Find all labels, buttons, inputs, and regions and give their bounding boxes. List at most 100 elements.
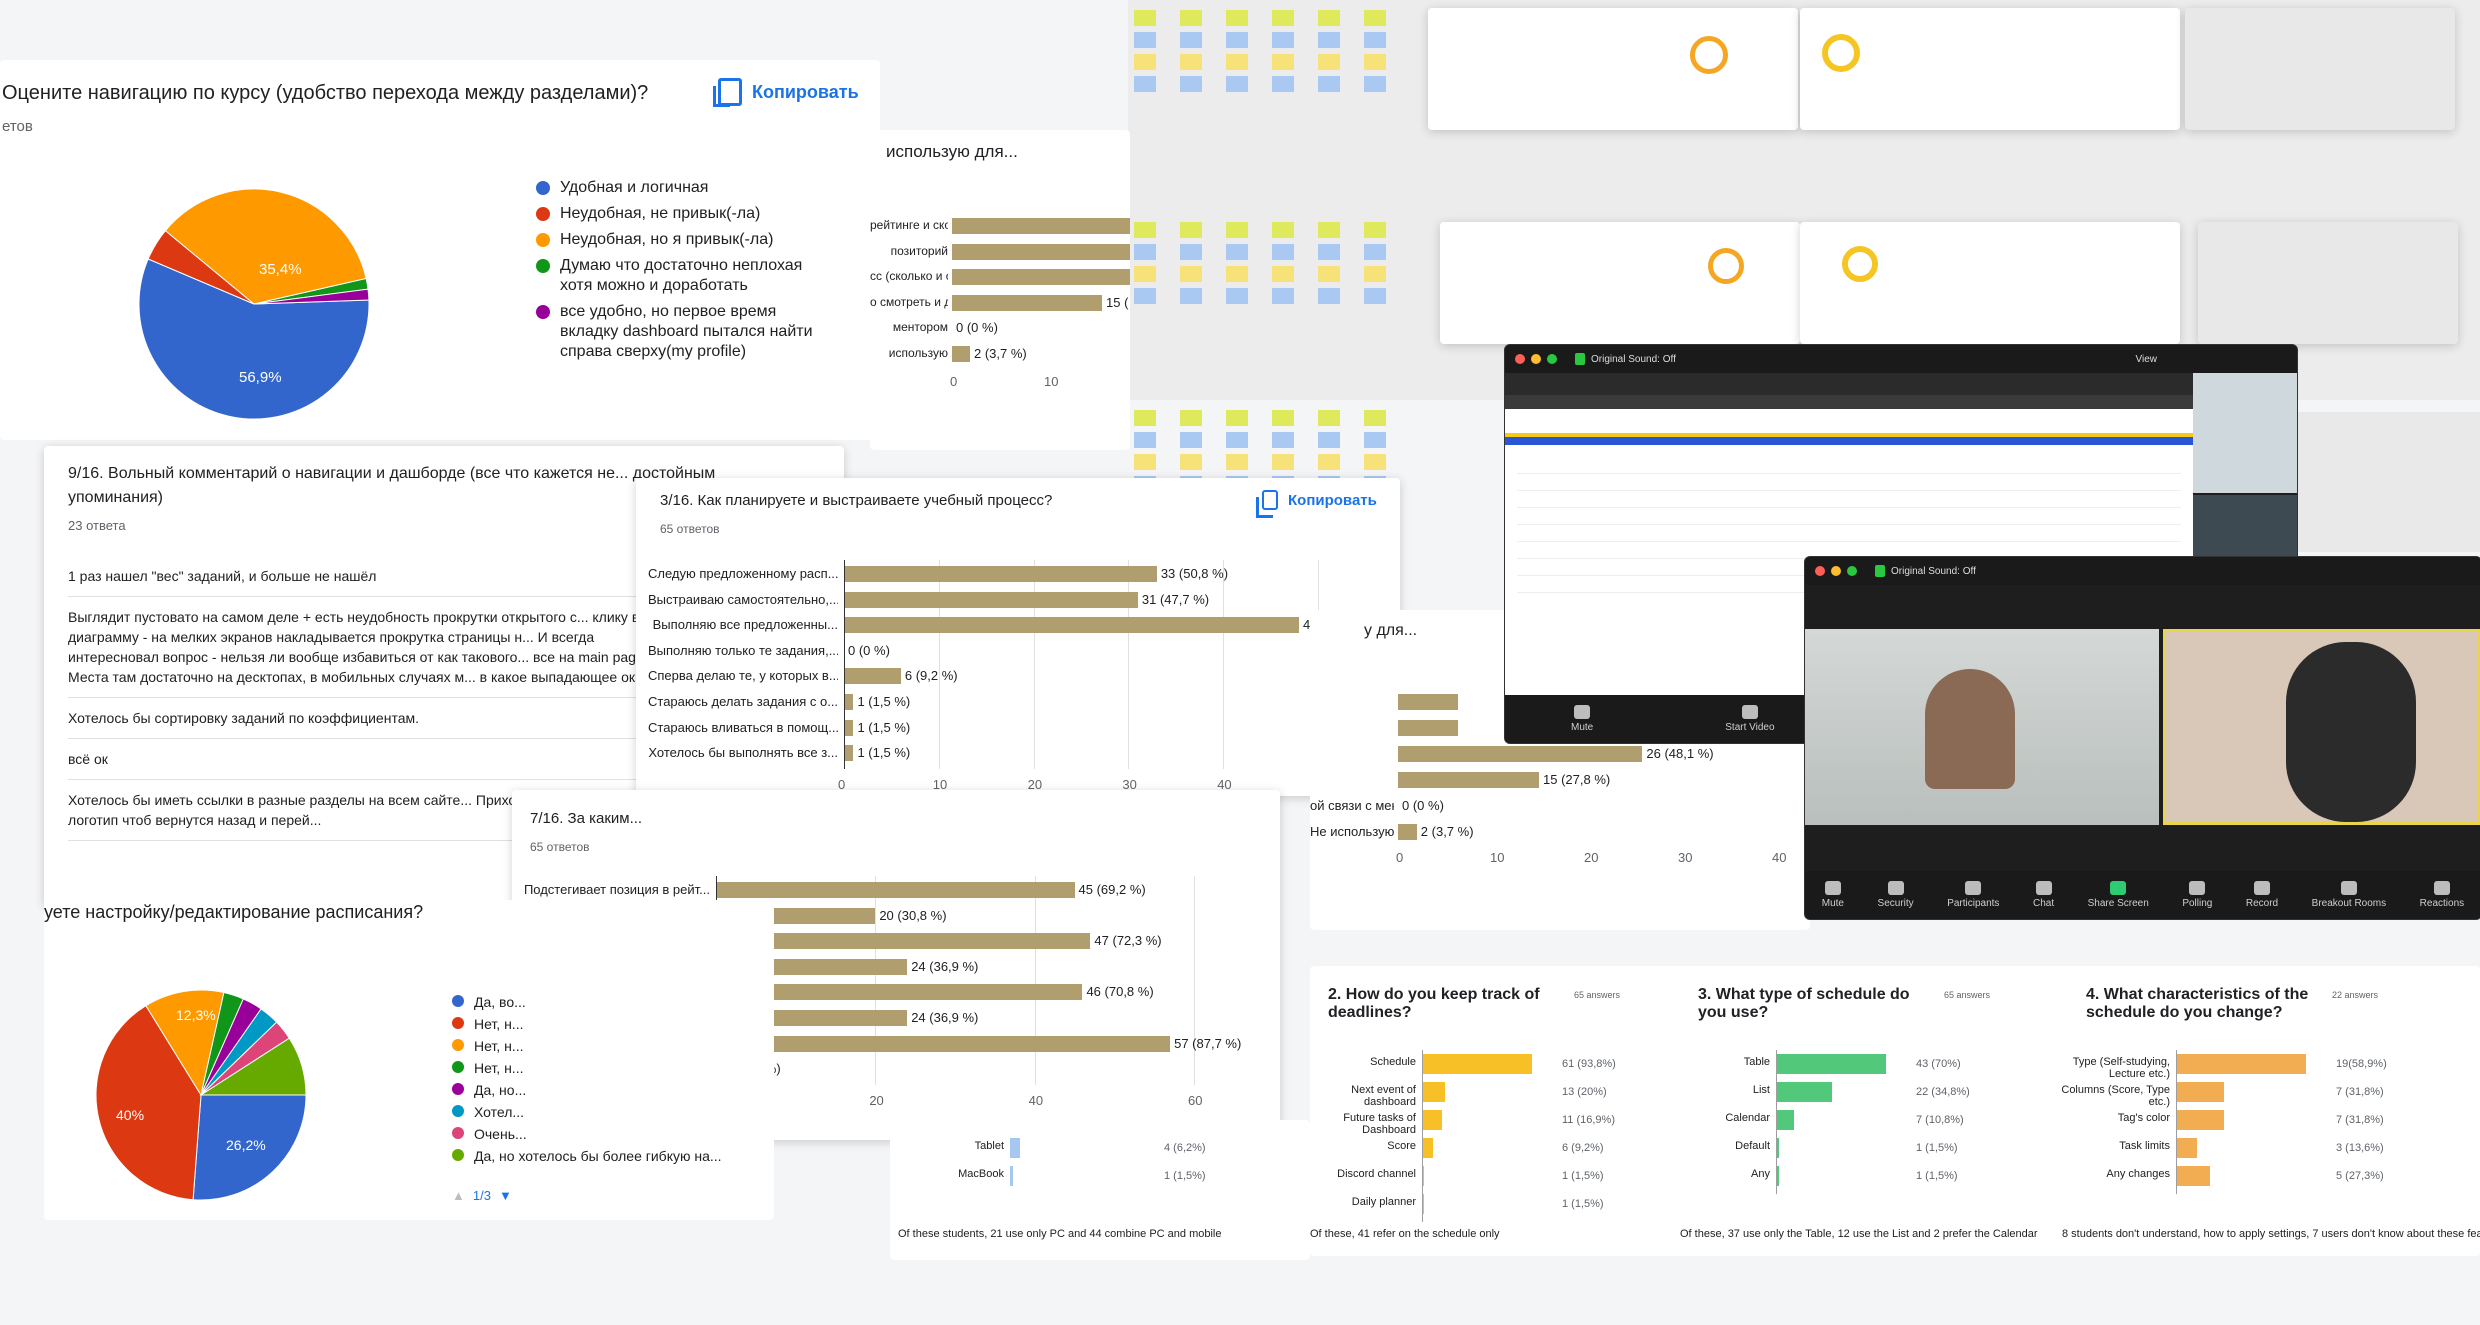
bar-value-label: 2 (3,7 %)	[974, 346, 1027, 361]
sticky-note	[1318, 244, 1340, 260]
bar-value-label: 1 (1,5%)	[1562, 1198, 1604, 1210]
bar-category-label: Следую предложенному расп...	[648, 566, 838, 581]
legend-dot	[452, 1149, 464, 1161]
bar-category-label: Schedule	[1370, 1056, 1416, 1068]
bar	[1776, 1082, 1833, 1102]
toolbar-label: Start Video	[1725, 722, 1775, 733]
x-tick-label: 0	[1396, 850, 1404, 865]
sound-status[interactable]: Original Sound: Off	[1591, 354, 1676, 365]
legend-pager[interactable]: ▲ 1/3 ▼	[452, 1188, 512, 1203]
bar-category-label: Columns (Score, Type etc.)	[2061, 1084, 2170, 1108]
sticky-note	[1318, 54, 1340, 70]
bar	[1422, 1054, 1532, 1074]
toolbar-icon	[2110, 881, 2127, 895]
bar-category-label: Any changes	[2106, 1168, 2170, 1180]
sticky-note	[1134, 266, 1156, 282]
memoji-avatar	[2286, 642, 2416, 822]
gauge-icon	[1690, 36, 1728, 74]
answer-text: Хотелось бы сортировку заданий по коэффи…	[68, 698, 668, 739]
sticky-note	[1226, 288, 1248, 304]
answer-text: Выглядит пустовато на самом деле + есть …	[68, 597, 668, 698]
close-dot[interactable]	[1815, 566, 1825, 576]
sound-status[interactable]: Original Sound: Off	[1891, 566, 1976, 577]
gauge-icon	[1708, 248, 1744, 284]
close-dot[interactable]	[1515, 354, 1525, 364]
bar	[2176, 1138, 2197, 1158]
zoom-mute-button[interactable]: Mute	[1822, 881, 1844, 909]
zoom-share-screen-button[interactable]: Share Screen	[2088, 881, 2149, 909]
footnote: Of these, 41 refer on the schedule only	[1310, 1228, 1500, 1240]
bar-category-label: сс (сколько и скол...	[870, 269, 948, 284]
sticky-note	[1364, 10, 1386, 26]
copy-button[interactable]: Копировать	[713, 78, 859, 107]
bar-value-label: 20 (30,8 %)	[879, 907, 947, 923]
zoom-start-video-button[interactable]: Start Video	[1725, 705, 1775, 733]
zoom-dot[interactable]	[1847, 566, 1857, 576]
sticky-note	[1364, 76, 1386, 92]
answers-count: 65 answers	[1944, 990, 1991, 1000]
zoom-breakout-rooms-button[interactable]: Breakout Rooms	[2312, 881, 2386, 909]
sticky-note	[1226, 266, 1248, 282]
navigation-pie-chart: 56,9% 35,4%	[138, 188, 370, 420]
legend-label: Нет, н...	[474, 1060, 524, 1076]
bar-value-label: 7 (31,8%)	[2336, 1086, 2384, 1098]
bar	[1010, 1166, 1013, 1186]
sticky-note	[1272, 10, 1294, 26]
wireframe-panel	[1800, 8, 2180, 130]
bar-category-label: Tag's color	[2117, 1112, 2170, 1124]
view-button[interactable]: View	[2136, 354, 2158, 365]
legend-dot	[452, 995, 464, 1007]
bar-category-label: Выстраиваю самостоятельно,...	[648, 591, 838, 607]
legend-dot	[452, 1061, 464, 1073]
schedule-pie-chart: 12,3% 40% 26,2%	[95, 989, 307, 1201]
minimize-dot[interactable]	[1831, 566, 1841, 576]
pie-label-second: 35,4%	[259, 261, 302, 278]
zoom-polling-button[interactable]: Polling	[2182, 881, 2212, 909]
toolbar-icon	[1965, 881, 1982, 895]
bar-category-label: Type (Self-studying, Lecture etc.)	[2072, 1056, 2170, 1080]
answer-text: всё ок	[68, 739, 668, 780]
sticky-note	[1226, 432, 1248, 448]
browser-urlbar	[1505, 395, 2193, 409]
zoom-reactions-button[interactable]: Reactions	[2420, 881, 2464, 909]
zoom-chat-button[interactable]: Chat	[2033, 881, 2054, 909]
y-axis-line	[2176, 1050, 2177, 1194]
question-title: использую для...	[886, 142, 1018, 161]
y-axis-line	[1422, 1050, 1423, 1222]
bar	[1398, 824, 1417, 840]
zoom-record-button[interactable]: Record	[2246, 881, 2278, 909]
sticky-note	[1180, 10, 1202, 26]
pager-prev-icon[interactable]: ▲	[452, 1188, 465, 1203]
sticky-note	[1364, 432, 1386, 448]
copy-button[interactable]: Копировать	[1256, 490, 1377, 518]
bar-value-label: 1 (1,5%)	[1916, 1170, 1958, 1182]
zoom-participants-button[interactable]: Participants	[1947, 881, 1999, 909]
bar-category-label: Daily planner	[1351, 1196, 1416, 1208]
bar-category-label: List	[1752, 1084, 1770, 1096]
zoom-security-button[interactable]: Security	[1878, 881, 1914, 909]
sticky-note	[1272, 244, 1294, 260]
legend-dot	[536, 233, 550, 247]
minimize-dot[interactable]	[1531, 354, 1541, 364]
bar	[844, 719, 854, 736]
sticky-note	[1272, 266, 1294, 282]
bar	[1776, 1110, 1794, 1130]
legend-dot	[452, 1017, 464, 1029]
zoom-mute-button[interactable]: Mute	[1571, 705, 1593, 733]
answers-count: 65 ответов	[530, 840, 590, 854]
bar-category-label: Хотелось бы выполнять все з...	[648, 745, 838, 761]
bar	[2176, 1110, 2224, 1130]
legend-dot	[452, 1127, 464, 1139]
answers-count: 65 answers	[1574, 990, 1621, 1000]
question-title: 3. What type of schedule do you use?	[1698, 986, 1910, 1021]
bar-value-label: 3 (13,6%)	[2336, 1142, 2384, 1154]
person-silhouette	[1925, 669, 2015, 789]
participant-video	[2193, 495, 2297, 563]
footnote: Of these students, 21 use only PC and 44…	[898, 1228, 1222, 1240]
app-subheader	[1505, 437, 2193, 445]
bar	[2176, 1054, 2306, 1074]
zoom-dot[interactable]	[1547, 354, 1557, 364]
pager-next-icon[interactable]: ▼	[499, 1188, 512, 1203]
sticky-note	[1134, 76, 1156, 92]
toolbar-label: Mute	[1821, 898, 1844, 909]
